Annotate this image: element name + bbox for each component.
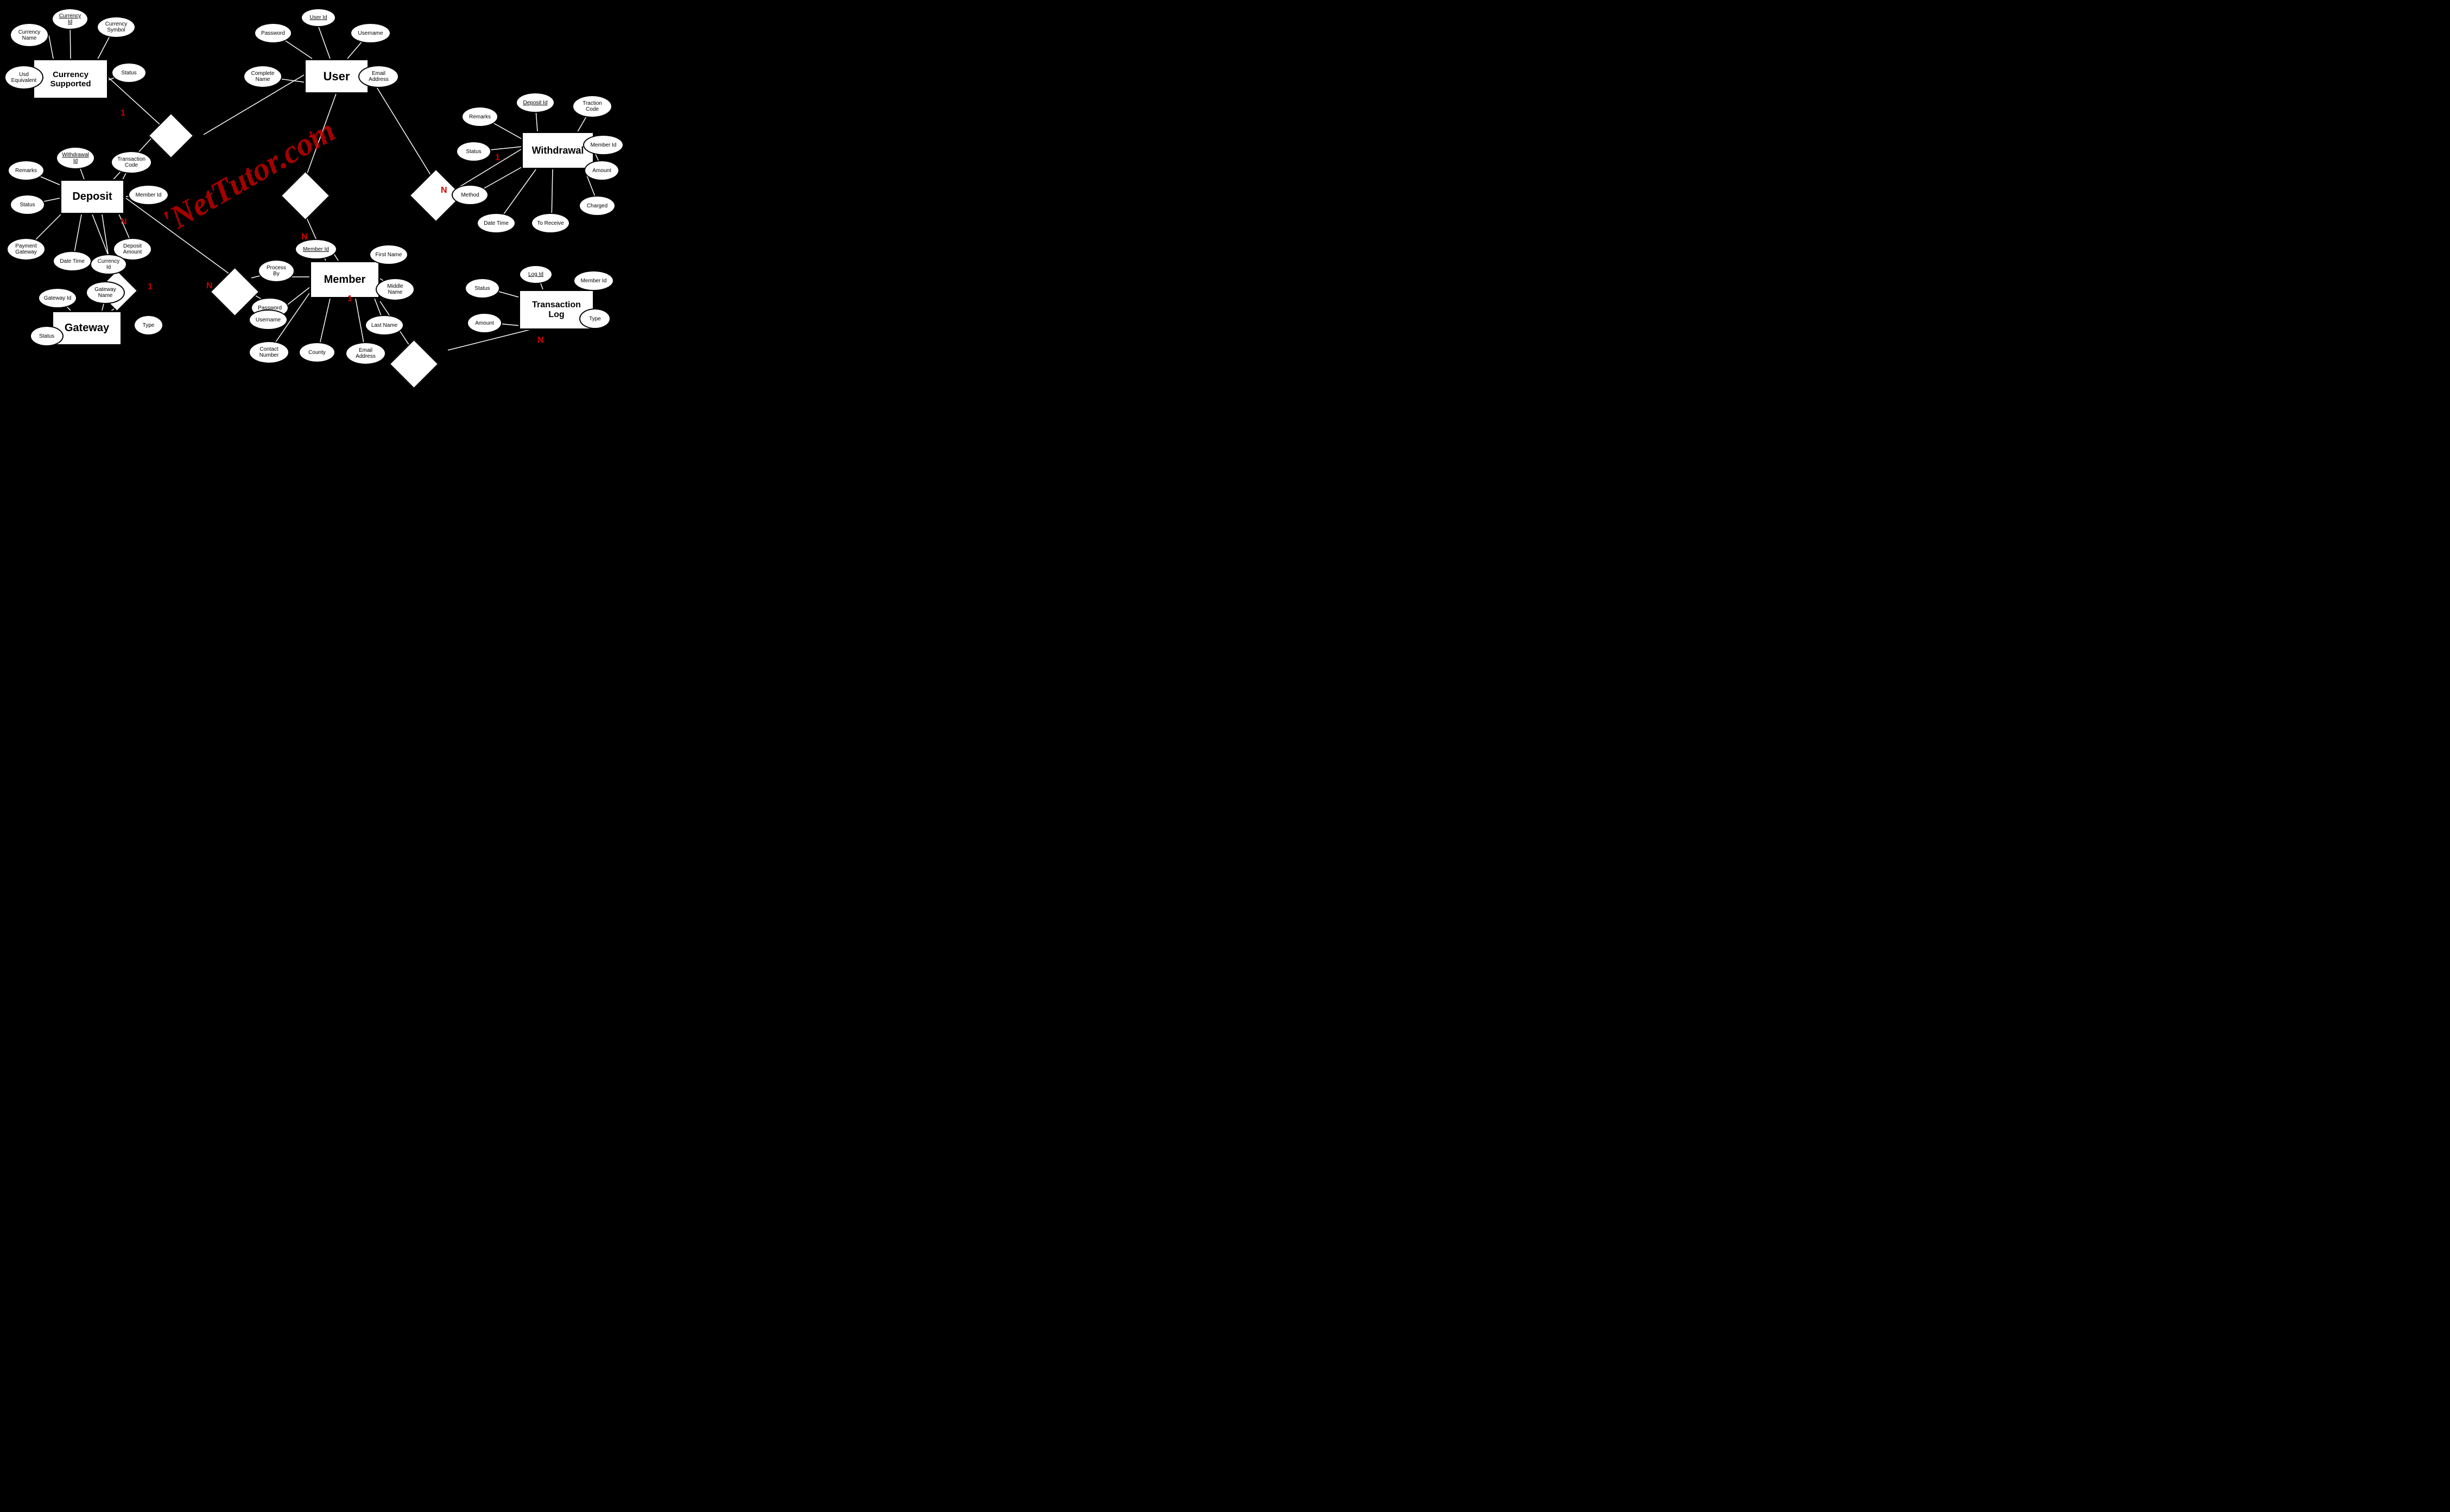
cardinality-record-n: N	[537, 336, 544, 345]
attr-middle-name: MiddleName	[376, 278, 415, 301]
attr-currency-status: Status	[111, 62, 147, 83]
attr-withdrawal-id: WithdrawalId	[56, 147, 95, 169]
cardinality-currency-1: 1	[121, 109, 125, 118]
attr-user-password: Password	[254, 23, 292, 43]
attr-withdrawal-datetime: Date Time	[477, 213, 516, 233]
entity-member: Member	[309, 261, 380, 299]
cardinality-deposit-n: N	[121, 217, 127, 227]
attr-deposit-id: Deposit Id	[516, 92, 555, 113]
entity-deposit: Deposit	[60, 179, 125, 214]
cardinality-withdrawal-1: 1	[495, 153, 500, 163]
attr-gateway-status: Status	[30, 326, 64, 346]
attr-withdrawal-remarks: Remarks	[461, 106, 498, 127]
cardinality-has-bot-1: 1	[148, 282, 153, 292]
attr-withdrawal-status: Status	[456, 141, 491, 162]
attr-user-email: EmailAddress	[358, 65, 399, 88]
attr-charged: Charged	[579, 195, 616, 216]
attr-deposit-currency-id: CurrencyId	[90, 254, 127, 275]
cardinality-member-n: N	[301, 232, 308, 242]
attr-transaction-code: TransactionCode	[111, 151, 152, 174]
attr-method: Method	[452, 185, 489, 205]
attr-withdrawal-amount: Amount	[584, 160, 619, 181]
attr-first-name: First Name	[369, 244, 408, 265]
attr-currency-name: CurrencyName	[10, 23, 49, 47]
attr-gateway-type: Type	[134, 315, 163, 336]
attr-log-member-id: Member Id	[573, 270, 614, 291]
attr-deposit-datetime: Date Time	[53, 251, 92, 271]
attr-log-amount: Amount	[467, 313, 502, 333]
attr-currency-id: CurrencyId	[52, 8, 88, 30]
entity-gateway: Gateway	[52, 311, 122, 346]
attr-currency-symbol: CurrencySymbol	[97, 16, 136, 38]
attr-payment-gateway: PaymentGateway	[7, 238, 46, 261]
attr-deposit-remarks: Remarks	[8, 160, 45, 181]
attr-log-status: Status	[465, 278, 500, 299]
attr-user-id: User Id	[301, 8, 336, 27]
attr-log-id: Log Id	[519, 265, 553, 284]
attr-complete-name: CompleteName	[243, 65, 282, 88]
attr-contact-number: ContactNumber	[249, 341, 289, 364]
attr-last-name: Last Name	[365, 315, 404, 336]
attr-log-type: Type	[579, 308, 611, 329]
cardinality-record-1: 1	[347, 294, 352, 304]
er-diagram: Currency Supported User Deposit Member W…	[0, 0, 651, 402]
attr-gateway-name: GatewayName	[86, 281, 125, 304]
attr-usd-equivalent: UsdEquivalent	[4, 65, 43, 90]
attr-withdrawal-member-id: Member Id	[583, 135, 624, 155]
attr-member-username: Username	[249, 309, 288, 330]
entity-currency-supported: Currency Supported	[33, 59, 109, 99]
attr-deposit-status: Status	[10, 194, 45, 215]
cardinality-deposit-rel-n: N	[206, 281, 213, 291]
attr-county: County	[299, 342, 335, 363]
attr-to-receive: To Receive	[531, 213, 570, 233]
attr-process-by: ProcessBy	[258, 260, 295, 282]
attr-member-email: EmailAddress	[345, 342, 386, 365]
attr-username-user: Username	[350, 23, 391, 43]
cardinality-withdraw-n: N	[441, 186, 447, 195]
attr-deposit-member-id: Member Id	[128, 185, 169, 205]
attr-traction-code: TractionCode	[572, 95, 612, 118]
attr-gateway-id: Gateway Id	[38, 288, 77, 308]
entity-withdrawal: Withdrawal	[521, 131, 594, 169]
